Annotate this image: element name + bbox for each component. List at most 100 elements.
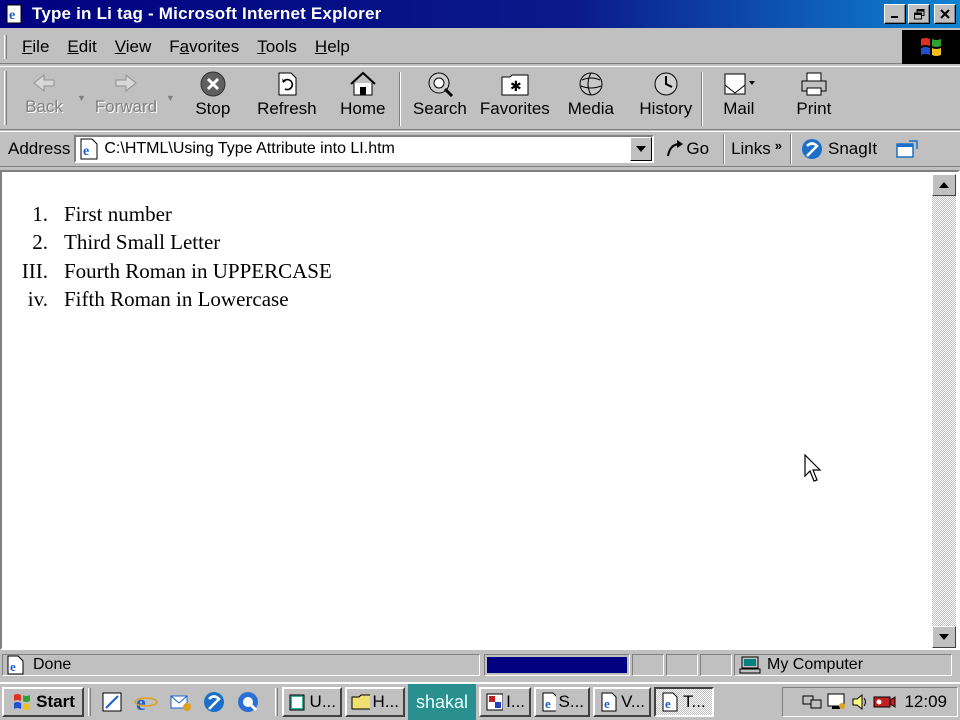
progress-fill xyxy=(487,657,627,673)
print-button[interactable]: Print xyxy=(775,67,853,129)
volume-icon[interactable] xyxy=(851,692,869,712)
restore-button[interactable] xyxy=(908,4,930,24)
menu-file[interactable]: File xyxy=(13,37,58,57)
refresh-icon xyxy=(278,72,297,96)
display-icon[interactable] xyxy=(826,692,848,712)
mail-button[interactable]: Mail xyxy=(703,67,775,129)
svg-text:e: e xyxy=(9,8,15,23)
task-button-v[interactable]: e V... xyxy=(593,687,652,717)
forward-arrow-icon xyxy=(115,73,137,93)
outlook-express-icon[interactable] xyxy=(167,689,193,715)
menu-edit[interactable]: Edit xyxy=(58,37,105,57)
svg-text:✱: ✱ xyxy=(510,78,522,94)
snagit-button[interactable]: SnagIt xyxy=(800,137,877,161)
back-button[interactable]: Back xyxy=(11,67,77,129)
window-title: Type in Li tag - Microsoft Internet Expl… xyxy=(32,4,382,23)
list-item-text: Fourth Roman in UPPERCASE xyxy=(64,258,332,283)
close-icon xyxy=(940,9,950,19)
svg-text:e: e xyxy=(136,690,146,714)
zone-text: My Computer xyxy=(767,656,864,673)
snagit-quicklaunch-icon[interactable] xyxy=(201,689,227,715)
minimize-button[interactable] xyxy=(884,4,906,24)
network-icon[interactable] xyxy=(801,692,823,712)
svg-text:e: e xyxy=(604,696,610,711)
address-input[interactable] xyxy=(104,140,625,158)
mouse-cursor-icon xyxy=(804,454,822,482)
links-button[interactable]: Links » xyxy=(731,138,782,159)
quicktime-icon[interactable] xyxy=(235,689,261,715)
status-pane-empty xyxy=(700,654,732,676)
task-button-u[interactable]: U... xyxy=(282,687,342,717)
system-tray: 12:09 xyxy=(782,687,958,717)
show-desktop-icon[interactable] xyxy=(99,689,125,715)
favorites-folder-icon: ✱ xyxy=(501,74,529,96)
list-item: iv. Fifth Roman in Lowercase xyxy=(4,286,332,315)
menu-bar: File Edit View Favorites Tools Help xyxy=(0,30,960,64)
menu-favorites[interactable]: Favorites xyxy=(160,37,248,57)
progress-bar xyxy=(484,654,630,676)
svg-text:e: e xyxy=(10,659,16,674)
page-viewport: 1. First number 2. Third Small Letter III.… xyxy=(0,170,960,650)
windows-logo-icon xyxy=(14,694,31,710)
menu-help[interactable]: Help xyxy=(306,37,359,57)
status-text: Done xyxy=(33,656,72,673)
my-computer-icon xyxy=(739,656,761,674)
arrow-down-icon xyxy=(939,634,949,640)
list-item: 2. Third Small Letter xyxy=(4,229,332,258)
search-button[interactable]: Search xyxy=(401,67,479,129)
go-button[interactable]: Go xyxy=(664,138,709,160)
arrow-up-icon xyxy=(939,182,949,188)
vertical-scrollbar[interactable] xyxy=(932,174,956,648)
snagit-capture-icon[interactable] xyxy=(895,138,921,160)
task-button-i[interactable]: I... xyxy=(479,687,532,717)
zone-pane: My Computer xyxy=(734,654,952,676)
search-icon xyxy=(428,72,453,97)
forward-dropdown-icon[interactable]: ▼ xyxy=(166,93,175,103)
menu-view[interactable]: View xyxy=(106,37,161,57)
list-marker: 1. xyxy=(32,201,48,226)
address-separator xyxy=(723,134,726,164)
status-text-pane: e Done xyxy=(2,654,480,676)
history-icon xyxy=(654,72,678,96)
list-item-text: First number xyxy=(64,201,172,226)
chevron-down-icon xyxy=(636,146,647,152)
forward-button[interactable]: Forward xyxy=(86,67,166,129)
home-button[interactable]: Home xyxy=(327,67,399,129)
list-item: 1. First number xyxy=(4,200,332,229)
internet-explorer-icon[interactable]: e xyxy=(133,689,159,715)
scroll-up-button[interactable] xyxy=(932,174,956,196)
mail-icon xyxy=(724,73,755,95)
taskbar: Start e U... H... shakal I... e S... e V… xyxy=(0,682,960,720)
media-button[interactable]: Media xyxy=(551,67,631,129)
start-button[interactable]: Start xyxy=(2,687,84,717)
stop-button[interactable]: Stop xyxy=(179,67,247,129)
media-globe-icon xyxy=(579,72,603,96)
recorder-icon[interactable] xyxy=(872,692,896,712)
taskbar-grip xyxy=(275,688,278,716)
scroll-down-button[interactable] xyxy=(932,626,956,648)
history-button[interactable]: History xyxy=(631,67,701,129)
list-marker: III. xyxy=(21,258,48,283)
address-field[interactable]: e xyxy=(74,135,655,163)
address-label: Address xyxy=(8,139,71,158)
task-button-h[interactable]: H... xyxy=(345,687,405,717)
task-button-t-active[interactable]: e T... xyxy=(654,687,715,717)
taskbar-grip xyxy=(88,688,91,716)
menu-tools[interactable]: Tools xyxy=(248,37,306,57)
favorites-button[interactable]: ✱ Favorites xyxy=(479,67,551,129)
address-bar: Address e Go Links » SnagIt xyxy=(0,131,960,167)
clock[interactable]: 12:09 xyxy=(904,692,947,712)
address-dropdown-button[interactable] xyxy=(630,137,653,161)
back-dropdown-icon[interactable]: ▼ xyxy=(77,93,86,103)
list-item: III. Fourth Roman in UPPERCASE xyxy=(4,257,332,286)
minimize-icon xyxy=(891,16,898,18)
task-button-s[interactable]: e S... xyxy=(534,687,591,717)
refresh-button[interactable]: Refresh xyxy=(247,67,327,129)
title-bar: e Type in Li tag - Microsoft Internet Ex… xyxy=(0,0,960,28)
close-button[interactable] xyxy=(934,4,956,24)
ordered-list: 1. First number 2. Third Small Letter III.… xyxy=(4,200,332,314)
status-pane-empty xyxy=(632,654,664,676)
standard-toolbar: Back ▼ Forward ▼ Stop Refresh Home Searc… xyxy=(0,66,960,130)
svg-text:e: e xyxy=(83,144,89,159)
ie-page-icon: e xyxy=(80,138,98,160)
